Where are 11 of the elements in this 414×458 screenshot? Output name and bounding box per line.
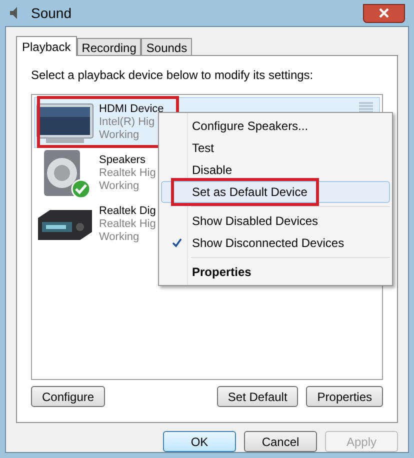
instruction-text: Select a playback device below to modify its settings: [31, 67, 314, 84]
device-driver: Realtek Hig [99, 167, 156, 180]
device-status: Working [99, 129, 140, 142]
device-driver: Realtek Hig [99, 218, 156, 231]
device-name: HDMI Device [99, 103, 164, 116]
device-name: Realtek Dig [99, 205, 156, 218]
window-title: Sound [31, 4, 72, 22]
device-driver: Intel(R) Hig [99, 116, 156, 129]
device-status: Working [99, 231, 140, 244]
device-name: Speakers [99, 154, 146, 167]
device-status: Working [99, 180, 140, 193]
